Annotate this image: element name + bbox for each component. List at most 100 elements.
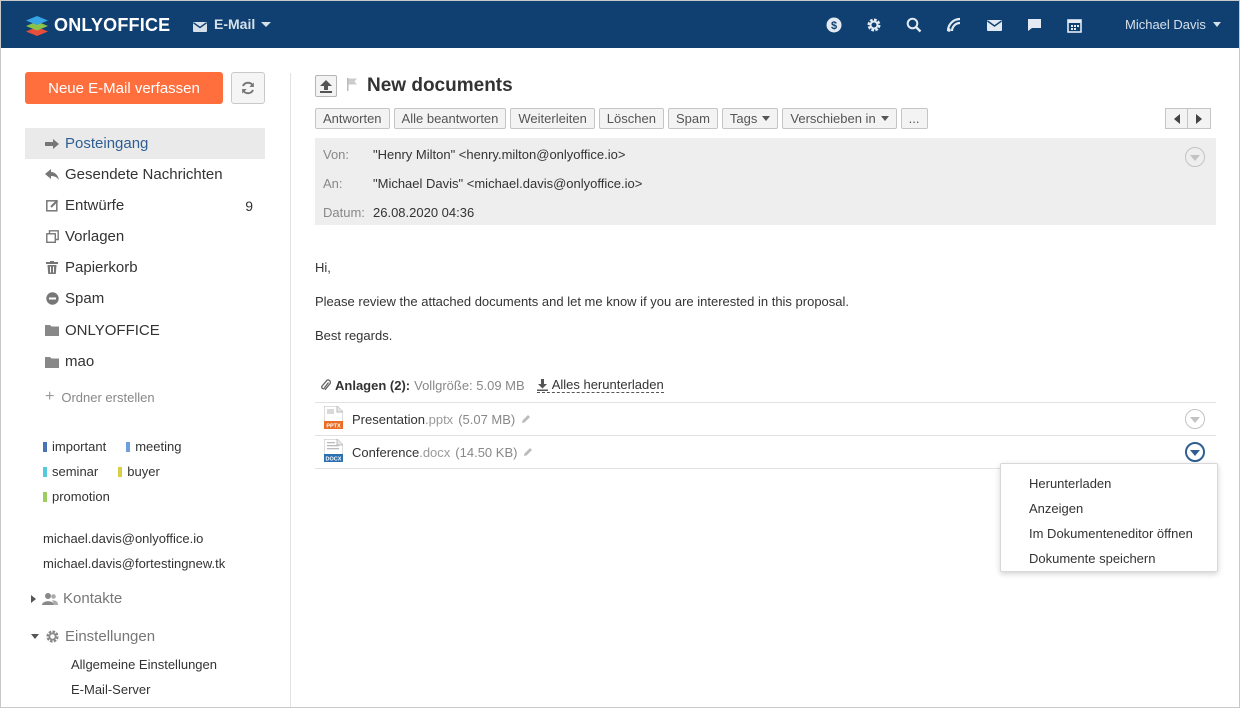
user-name: Michael Davis [1125,17,1206,32]
download-all-label: Alles herunterladen [551,377,664,392]
previous-message-button[interactable] [1165,108,1188,129]
tag-important[interactable]: important [43,439,106,454]
folder-label: mao [65,353,95,370]
compose-button[interactable]: Neue E-Mail verfassen [25,72,223,104]
create-folder-link[interactable]: + Ordner erstellen [45,388,155,406]
gear-icon [45,629,60,644]
attachment-actions-button[interactable] [1185,409,1205,429]
svg-text:DOCX: DOCX [326,457,342,463]
folder-label: Papierkorb [65,259,138,276]
tag-seminar[interactable]: seminar [43,464,98,479]
tags-dropdown[interactable]: Tags [721,108,779,129]
chevron-down-icon [1190,155,1200,161]
envelope-icon [193,19,207,32]
tag-promotion[interactable]: promotion [43,489,110,504]
pencil-icon[interactable] [523,445,533,460]
folder-sent[interactable]: Gesendete Nachrichten [25,159,265,190]
trash-icon [45,261,59,275]
expand-arrow-icon [31,594,36,603]
attachments-total-size: Vollgröße: 5.09 MB [414,377,525,393]
folder-inbox[interactable]: Posteingang [25,128,265,159]
settings-mail-server-link[interactable]: E-Mail-Server [71,681,217,706]
top-toolbar-icons: $ [824,15,1104,35]
message-headers: Von: "Henry Milton" <henry.milton@onlyof… [315,138,1216,225]
settings-general-link[interactable]: Allgemeine Einstellungen [71,656,217,681]
templates-icon [45,230,59,244]
inbox-arrow-icon [45,137,59,151]
more-actions-button[interactable]: ... [900,108,928,129]
refresh-button[interactable] [231,72,265,104]
payments-icon[interactable]: $ [824,15,844,35]
arrow-up-icon [320,79,332,93]
menu-item-save-documents[interactable]: Dokumente speichern [1001,546,1217,571]
pptx-file-icon: PPTX [323,405,344,432]
folder-onlyoffice[interactable]: ONLYOFFICE [25,314,265,346]
attachments-count-label: Anlagen (2): [335,377,411,393]
contacts-label: Kontakte [63,590,123,607]
account-item[interactable]: michael.davis@onlyoffice.io [43,530,225,555]
module-switcher[interactable]: E-Mail [193,16,272,32]
settings-icon[interactable] [864,15,884,35]
folder-templates[interactable]: Vorlagen [25,221,265,252]
contacts-section-toggle[interactable]: Kontakte [31,590,122,607]
settings-label: Einstellungen [65,628,156,645]
folder-label: Spam [65,290,105,307]
move-to-dropdown-label: Verschieben in [790,111,876,126]
chat-icon[interactable] [1024,15,1044,35]
contacts-icon [42,592,58,605]
mail-icon[interactable] [984,15,1004,35]
account-item[interactable]: michael.davis@fortestingnew.tk [43,555,225,580]
folder-trash[interactable]: Papierkorb [25,252,265,283]
collapse-arrow-icon [31,634,39,639]
user-menu[interactable]: Michael Davis [1125,17,1221,32]
calendar-icon[interactable] [1064,15,1084,35]
folder-spam[interactable]: Spam [25,283,265,314]
attachment-name[interactable]: Presentation [352,412,425,427]
onlyoffice-logo[interactable]: ONLYOFFICE [25,11,170,39]
chevron-down-icon [762,116,771,121]
forward-button[interactable]: Weiterleiten [510,108,595,129]
pencil-icon[interactable] [521,412,531,427]
search-icon[interactable] [904,15,924,35]
create-folder-label: Ordner erstellen [61,389,155,405]
back-to-list-button[interactable] [315,75,337,97]
from-value[interactable]: "Henry Milton" <henry.milton@onlyoffice.… [373,147,625,162]
reply-all-button[interactable]: Alle beantworten [393,108,507,129]
brand-name: ONLYOFFICE [54,14,171,35]
tag-buyer[interactable]: buyer [118,464,160,479]
message-actions-button[interactable] [1185,147,1205,167]
attachment-size: (5.07 MB) [458,411,516,427]
feed-icon[interactable] [944,15,964,35]
to-label: An: [323,176,343,191]
settings-section-toggle[interactable]: Einstellungen [31,628,155,645]
folder-list: Posteingang Gesendete Nachrichten Entwür… [25,128,265,377]
to-row: An: "Michael Davis" <michael.davis@onlyo… [323,176,642,191]
message-navigation [1165,108,1211,129]
menu-item-download[interactable]: Herunterladen [1001,471,1217,496]
tag-color-swatch [43,441,47,452]
folder-mao[interactable]: mao [25,346,265,377]
tag-color-swatch [43,491,47,502]
folder-drafts[interactable]: Entwürfe 9 [25,190,265,221]
chevron-down-icon [880,116,889,121]
attachment-row[interactable]: PPTX Presentation .pptx (5.07 MB) [315,403,1216,435]
chevron-down-icon [1190,450,1200,456]
attachment-name[interactable]: Conference [352,445,419,460]
download-icon [536,378,548,391]
menu-item-open-in-editor[interactable]: Im Dokumenteneditor öffnen [1001,521,1217,546]
download-all-link[interactable]: Alles herunterladen [536,377,664,393]
move-to-dropdown[interactable]: Verschieben in [782,108,897,129]
to-value[interactable]: "Michael Davis" <michael.davis@onlyoffic… [373,176,642,191]
delete-button[interactable]: Löschen [598,108,664,129]
body-paragraph: Hi, [315,260,331,275]
next-message-button[interactable] [1188,108,1211,129]
top-navigation-bar: ONLYOFFICE E-Mail $ Michael Davis [1,1,1239,48]
tag-color-swatch [43,466,47,477]
tags-dropdown-label: Tags [729,111,758,126]
attachment-actions-button-open[interactable] [1185,442,1205,462]
menu-item-view[interactable]: Anzeigen [1001,496,1217,521]
reply-button[interactable]: Antworten [315,108,390,129]
tag-meeting[interactable]: meeting [126,439,181,454]
flag-icon[interactable] [347,78,357,94]
spam-button[interactable]: Spam [667,108,718,129]
